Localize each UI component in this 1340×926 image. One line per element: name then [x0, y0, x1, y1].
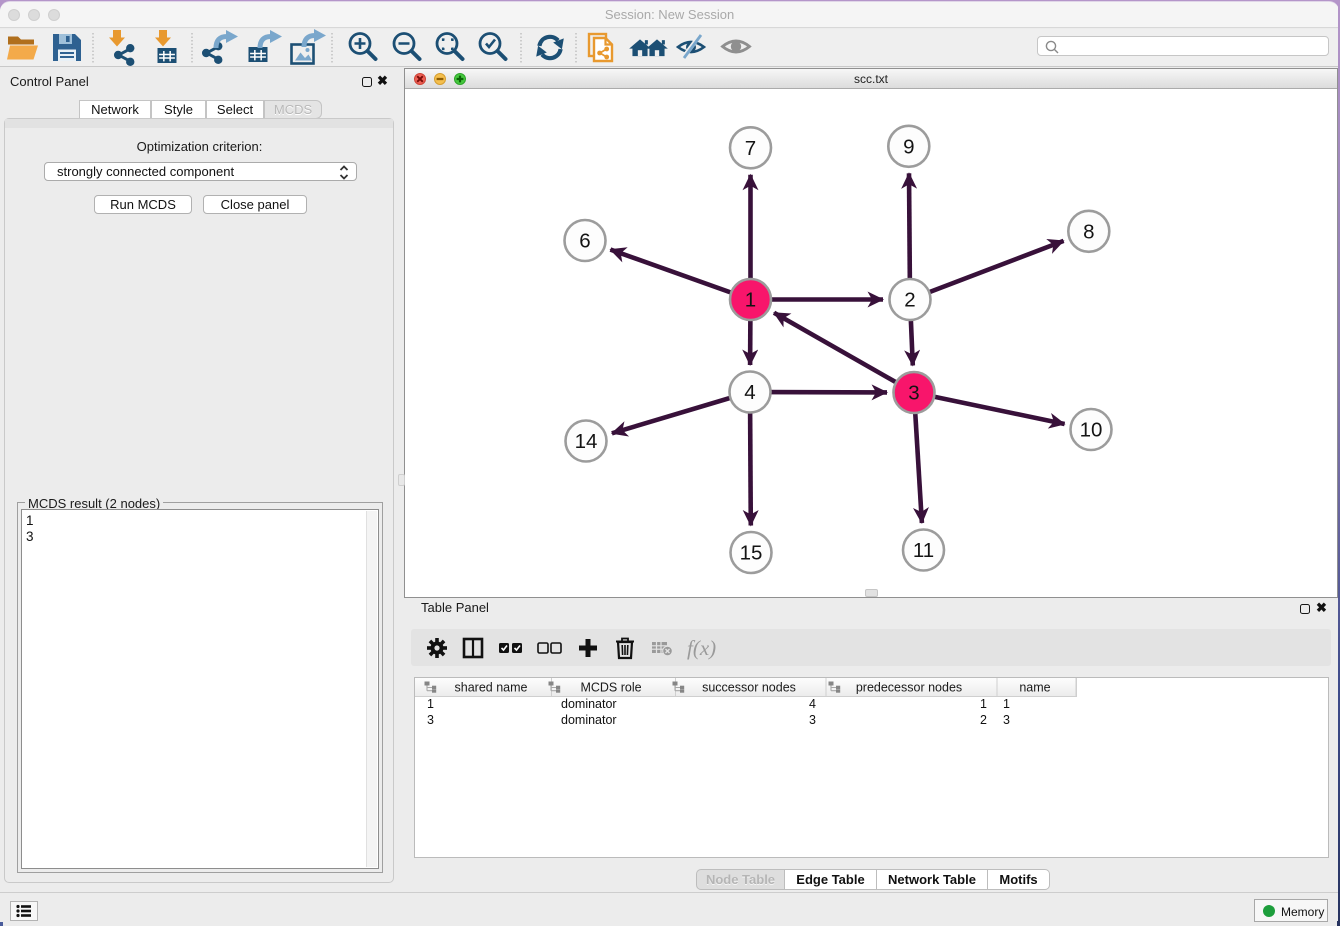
svg-text:14: 14 [575, 430, 598, 453]
svg-text:11: 11 [913, 539, 934, 562]
svg-text:successor nodes: successor nodes [702, 681, 796, 695]
svg-text:15: 15 [740, 542, 763, 565]
svg-text:1: 1 [745, 289, 756, 312]
svg-text:shared name: shared name [455, 681, 528, 695]
svg-text:2: 2 [904, 289, 915, 312]
svg-text:f(x): f(x) [687, 636, 716, 660]
svg-text:4: 4 [744, 381, 755, 404]
svg-text:7: 7 [745, 137, 756, 160]
svg-text:predecessor nodes: predecessor nodes [856, 681, 962, 695]
svg-text:10: 10 [1080, 419, 1103, 442]
svg-text:name: name [1019, 681, 1050, 695]
svg-text:3: 3 [908, 382, 919, 405]
svg-text:MCDS role: MCDS role [580, 681, 641, 695]
svg-text:8: 8 [1083, 220, 1094, 243]
svg-text:6: 6 [579, 230, 590, 253]
svg-text:9: 9 [903, 135, 914, 158]
